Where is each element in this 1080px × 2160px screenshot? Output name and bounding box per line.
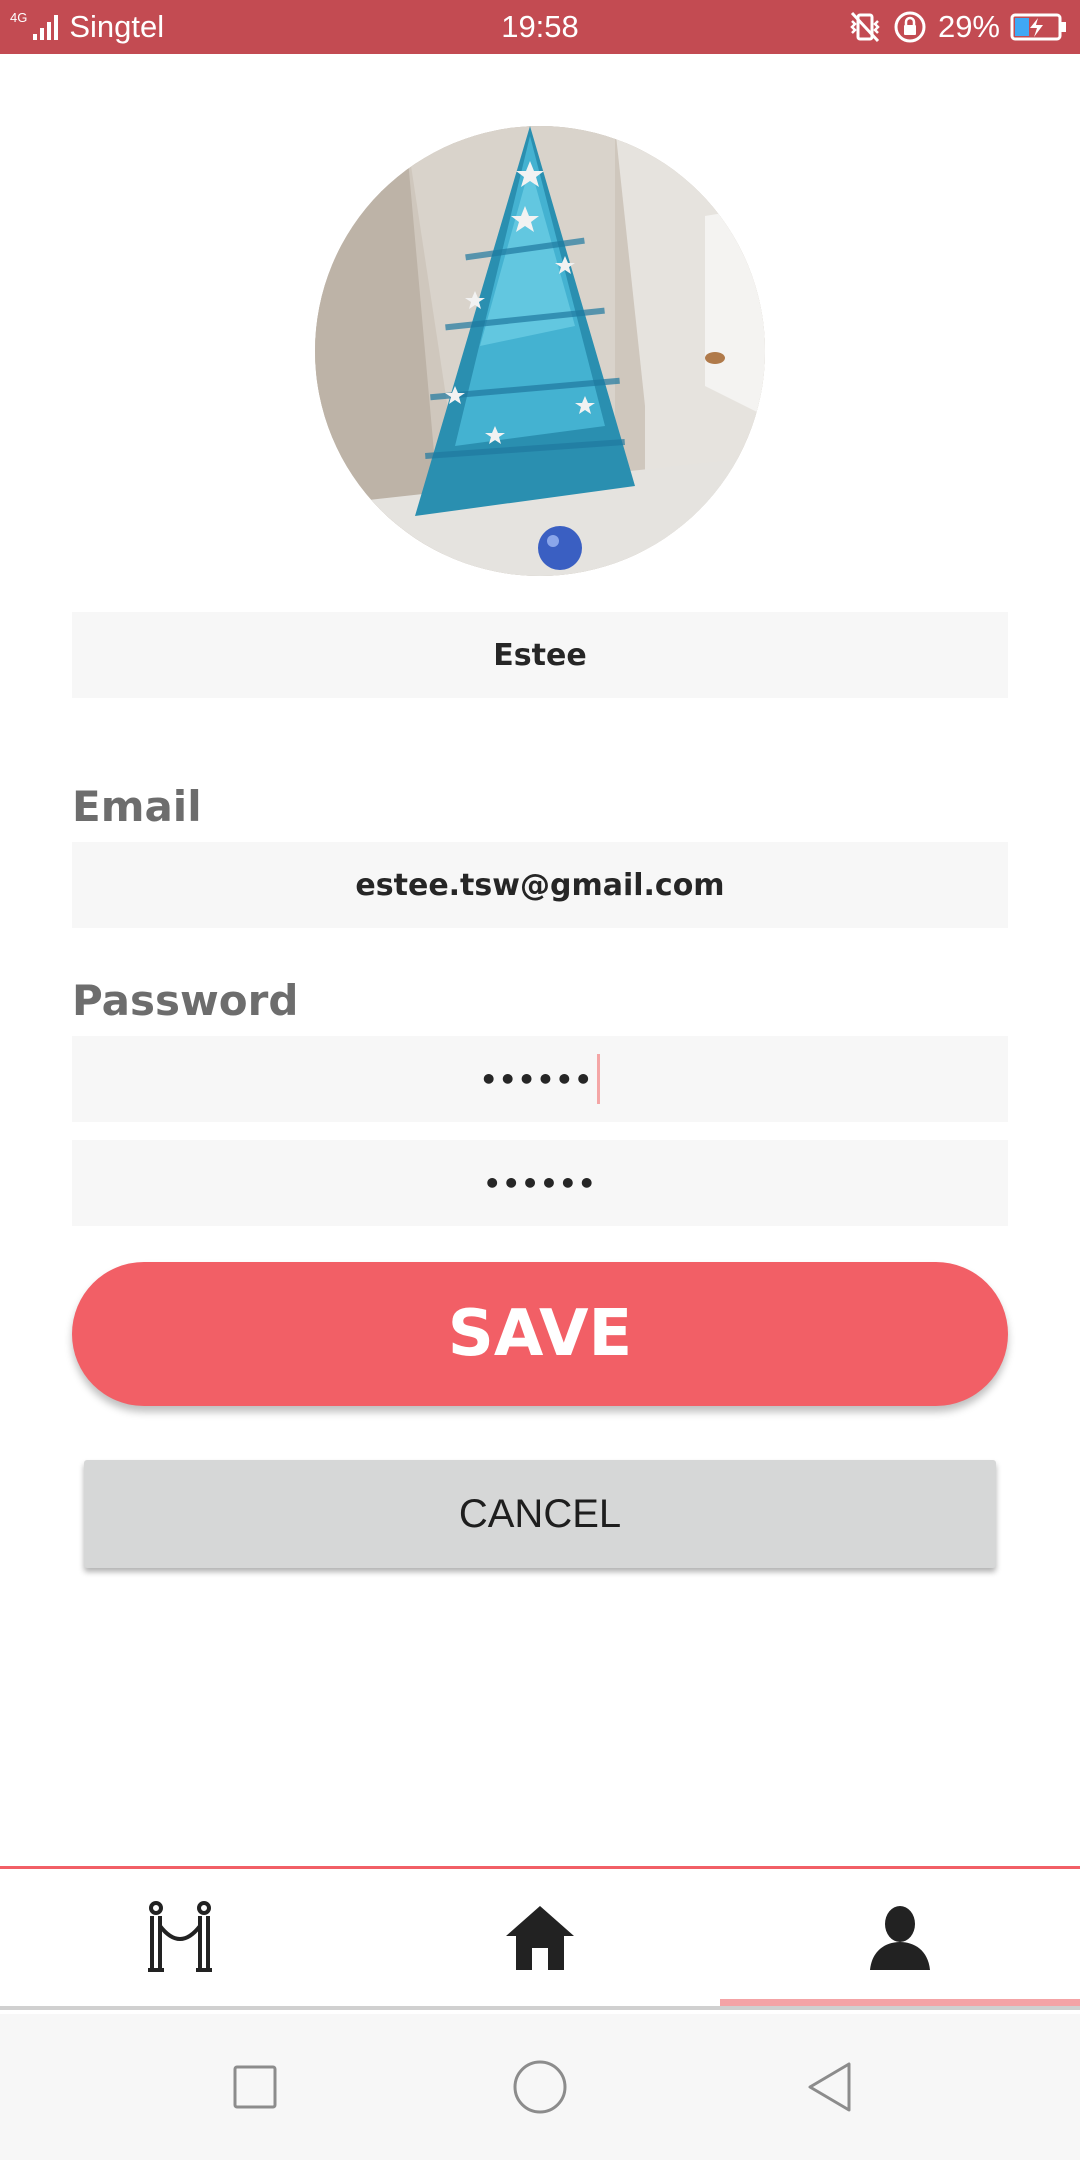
recents-square-icon	[233, 2065, 277, 2109]
email-input[interactable]: estee.tsw@gmail.com	[72, 842, 1008, 928]
rotation-lock-icon	[894, 11, 926, 43]
password-label: Password	[72, 976, 299, 1025]
home-circle-icon	[513, 2060, 567, 2114]
avatar-photo	[315, 126, 765, 576]
person-icon	[870, 1905, 930, 1970]
system-navigation-bar	[0, 2014, 1080, 2160]
cancel-button-label: CANCEL	[458, 1491, 622, 1536]
nav-item-events[interactable]	[0, 1869, 360, 2006]
profile-avatar[interactable]	[315, 126, 765, 576]
vibrate-icon	[850, 11, 880, 43]
carrier-name: Singtel	[69, 9, 165, 44]
battery-percent: 29%	[937, 9, 1000, 44]
status-time: 19:58	[501, 9, 579, 44]
signal-icon	[33, 15, 59, 40]
status-bar: 4G Singtel 19:58 29%	[0, 0, 1080, 54]
confirm-password-input[interactable]: ••••••	[72, 1140, 1008, 1226]
save-button-label: SAVE	[447, 1297, 633, 1371]
name-input[interactable]: Estee	[72, 612, 1008, 698]
password-input[interactable]: ••••••	[72, 1036, 1008, 1122]
text-cursor	[597, 1054, 601, 1104]
name-value: Estee	[493, 637, 587, 673]
password-value: ••••••	[479, 1062, 594, 1096]
recents-button[interactable]	[195, 2014, 315, 2160]
rope-barrier-icon	[148, 1900, 212, 1972]
home-icon	[506, 1905, 574, 1970]
nav-item-profile[interactable]	[720, 1869, 1080, 2006]
confirm-password-value: ••••••	[483, 1166, 597, 1200]
status-right: 29%	[848, 0, 1068, 54]
save-button[interactable]: SAVE	[72, 1262, 1008, 1406]
email-label: Email	[72, 782, 202, 831]
nav-item-home[interactable]	[360, 1869, 720, 2006]
home-system-button[interactable]	[480, 2014, 600, 2160]
cancel-button[interactable]: CANCEL	[84, 1460, 996, 1568]
network-type: 4G	[10, 9, 28, 25]
back-triangle-icon	[808, 2062, 851, 2112]
battery-charging-icon	[1010, 13, 1066, 41]
email-value: estee.tsw@gmail.com	[355, 867, 725, 903]
back-button[interactable]	[770, 2014, 890, 2160]
status-left: 4G Singtel	[10, 0, 164, 54]
nav-active-indicator	[720, 1999, 1080, 2006]
bottom-navigation	[0, 1866, 1080, 2010]
